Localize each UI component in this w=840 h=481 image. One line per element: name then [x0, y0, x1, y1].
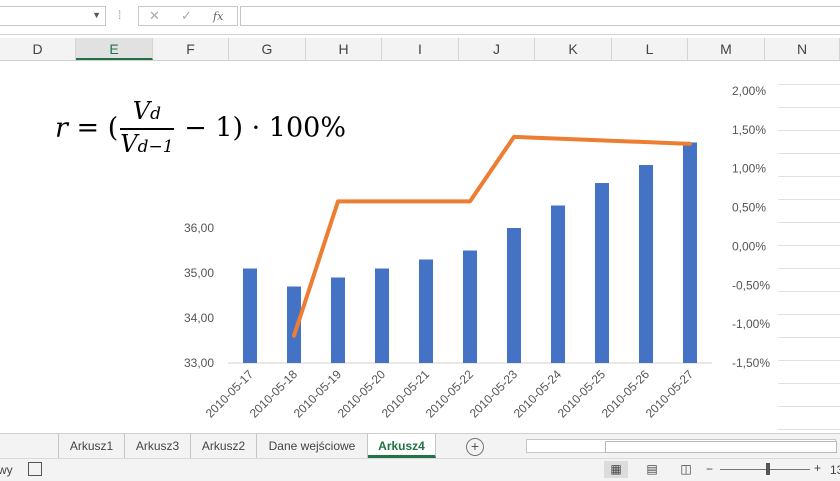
- bar: [507, 228, 521, 363]
- bar: [375, 268, 389, 363]
- left-axis-tick-label: 33,00: [184, 356, 214, 370]
- formula-denominator: Vd−1: [120, 130, 174, 158]
- right-axis-tick-label: 0,50%: [732, 201, 766, 215]
- column-header-k[interactable]: K: [535, 38, 612, 60]
- column-header-e[interactable]: E: [76, 38, 153, 60]
- name-box[interactable]: ▼: [0, 6, 106, 26]
- tab-arkusz2[interactable]: Arkusz2: [191, 434, 257, 458]
- tab-arkusz4[interactable]: Arkusz4: [368, 434, 436, 458]
- zoom-in-icon[interactable]: +: [814, 461, 821, 475]
- formula-bar-grip: ⁞: [118, 8, 122, 22]
- status-bar: wy ▦ ▤ ◫ − + 13: [0, 458, 840, 481]
- formula-eq: = (: [67, 112, 119, 144]
- bar: [463, 250, 477, 363]
- line-series: [292, 134, 692, 338]
- formula-input[interactable]: [240, 6, 840, 26]
- column-header-i[interactable]: I: [382, 38, 459, 60]
- zoom-out-icon[interactable]: −: [706, 462, 713, 476]
- formula-bar-buttons: ✕ ✓ fx: [138, 6, 238, 26]
- zoom-slider[interactable]: [720, 469, 810, 470]
- formula-tail: − 1) · 100%: [175, 112, 346, 144]
- right-axis-tick-label: 1,50%: [732, 123, 766, 137]
- status-text: wy: [0, 463, 13, 477]
- horizontal-scrollbar[interactable]: [526, 439, 837, 453]
- page-layout-icon[interactable]: ▤: [640, 461, 664, 478]
- tab-arkusz3[interactable]: Arkusz3: [125, 434, 191, 458]
- left-axis-tick-label: 34,00: [184, 311, 214, 325]
- zoom-slider-thumb[interactable]: [766, 463, 770, 475]
- normal-view-icon[interactable]: ▦: [604, 461, 628, 478]
- column-header-j[interactable]: J: [459, 38, 535, 60]
- bar: [419, 259, 433, 363]
- bar: [331, 277, 345, 363]
- column-header-h[interactable]: H: [306, 38, 382, 60]
- bar: [243, 268, 257, 363]
- formula-fraction: Vd Vd−1: [120, 97, 174, 161]
- left-axis-tick-label: 36,00: [184, 221, 214, 235]
- tab-arkusz1[interactable]: Arkusz1: [59, 434, 125, 458]
- bar: [683, 142, 697, 363]
- sheet-tab-bar: Arkusz1 Arkusz3 Arkusz2 Dane wejściowe A…: [0, 433, 840, 459]
- tab-scroll-area[interactable]: [0, 434, 59, 458]
- formula-numerator: Vd: [120, 97, 174, 130]
- formula-image[interactable]: r = (Vd Vd−1 − 1) · 100%: [55, 97, 346, 161]
- scroll-thumb[interactable]: [605, 441, 837, 453]
- column-header-l[interactable]: L: [612, 38, 688, 60]
- column-header-m[interactable]: M: [688, 38, 765, 60]
- cancel-icon[interactable]: ✕: [149, 8, 160, 24]
- bar: [551, 205, 565, 363]
- page-break-icon[interactable]: ◫: [674, 461, 698, 478]
- tab-dane-wejsciowe[interactable]: Dane wejściowe: [257, 434, 368, 458]
- add-sheet-icon[interactable]: +: [466, 438, 484, 456]
- enter-icon[interactable]: ✓: [181, 8, 192, 24]
- column-header-d[interactable]: D: [0, 38, 76, 60]
- zoom-level[interactable]: 13: [830, 463, 840, 477]
- column-header-n[interactable]: N: [765, 38, 840, 60]
- column-header-f[interactable]: F: [153, 38, 229, 60]
- right-axis-tick-label: 1,00%: [732, 162, 766, 176]
- right-axis-tick-label: -0,50%: [732, 278, 770, 292]
- bar: [639, 165, 653, 363]
- x-axis-tick-label: 2010-05-27: [643, 367, 697, 421]
- bar: [595, 183, 609, 363]
- namebox-dropdown-icon[interactable]: ▼: [92, 10, 101, 20]
- formula-r: r: [55, 112, 68, 144]
- formula-bar: ▼ ⁞ ✕ ✓ fx: [0, 0, 840, 35]
- fx-icon[interactable]: fx: [213, 10, 223, 23]
- column-headers: D E F G H I J K L M N: [0, 38, 840, 61]
- left-axis-tick-label: 35,00: [184, 266, 214, 280]
- right-axis-tick-label: 2,00%: [732, 84, 766, 98]
- column-header-g[interactable]: G: [229, 38, 306, 60]
- right-axis-tick-label: 0,00%: [732, 239, 766, 253]
- right-axis-tick-label: -1,00%: [732, 317, 770, 331]
- macro-record-icon[interactable]: [28, 462, 42, 476]
- right-axis-tick-label: -1,50%: [732, 356, 770, 370]
